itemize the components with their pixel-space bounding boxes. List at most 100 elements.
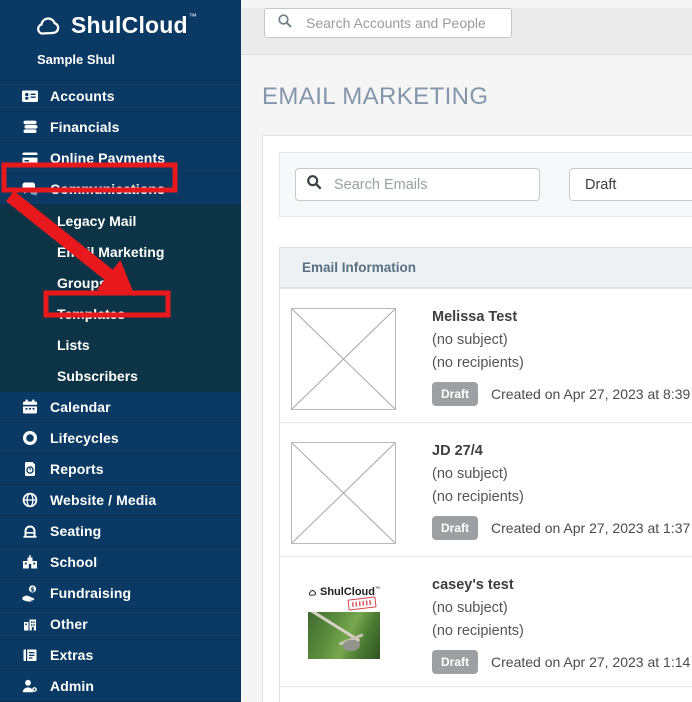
sidebar-item-label: Extras bbox=[50, 647, 94, 663]
proof-stamp-icon bbox=[347, 596, 377, 611]
emails-table: Email Information Melissa Test (no subje… bbox=[279, 247, 692, 702]
email-dates: Created on Apr 27, 2023 at 8:39 PM, Upda bbox=[491, 386, 692, 402]
sidebar-item-label: Calendar bbox=[50, 399, 111, 415]
sidebar-subitem-email-marketing[interactable]: Email Marketing bbox=[0, 236, 241, 267]
bird-graphic bbox=[343, 640, 360, 651]
email-meta: Draft Created on Apr 27, 2023 at 1:37 PM… bbox=[432, 516, 692, 540]
global-search-input[interactable] bbox=[304, 14, 511, 32]
status-badge: Draft bbox=[432, 516, 479, 540]
sidebar: ShulCloud ™ Sample Shul Accounts Financi… bbox=[0, 0, 241, 702]
sidebar-item-label: Website / Media bbox=[50, 492, 157, 508]
email-preview-image: ShulCloud ™ bbox=[308, 586, 380, 659]
ring-icon bbox=[21, 429, 39, 447]
nature-photo bbox=[308, 612, 380, 659]
brand-logo[interactable]: ShulCloud ™ bbox=[0, 0, 241, 43]
email-info: JD 27/4 (no subject) (no recipients) Dra… bbox=[432, 440, 692, 544]
cloud-logo-icon bbox=[308, 590, 316, 596]
school-building-icon bbox=[21, 553, 39, 571]
chat-bubbles-icon bbox=[21, 180, 39, 198]
sidebar-item-label: Reports bbox=[50, 461, 104, 477]
email-meta: Draft Created on Apr 27, 2023 at 1:14 PM… bbox=[432, 650, 692, 674]
email-thumbnail bbox=[291, 440, 396, 544]
email-meta: Draft Created on Apr 27, 2023 at 8:39 PM… bbox=[432, 382, 692, 406]
book-icon bbox=[21, 646, 39, 664]
email-recipients: (no recipients) bbox=[432, 355, 524, 371]
email-thumbnail: ShulCloud ™ bbox=[291, 574, 396, 674]
sidebar-item-website-media[interactable]: Website / Media bbox=[0, 484, 241, 515]
sidebar-item-admin[interactable]: Admin bbox=[0, 670, 241, 701]
global-search[interactable] bbox=[264, 8, 512, 38]
sidebar-item-label: Fundraising bbox=[50, 585, 132, 601]
placeholder-image-icon bbox=[291, 442, 396, 544]
sidebar-item-label: Communications bbox=[50, 181, 165, 197]
email-dates: Created on Apr 27, 2023 at 1:37 PM, Upda bbox=[491, 520, 692, 536]
email-title: JD 27/4 bbox=[432, 443, 483, 459]
credit-card-icon bbox=[21, 149, 39, 167]
app-window: ShulCloud ™ Sample Shul Accounts Financi… bbox=[0, 0, 692, 702]
brand-name: ShulCloud bbox=[71, 12, 188, 38]
trademark-symbol: ™ bbox=[375, 586, 380, 592]
email-row[interactable]: My test email bbox=[280, 686, 692, 702]
buildings-icon bbox=[21, 615, 39, 633]
sidebar-item-label: Seating bbox=[50, 523, 102, 539]
sidebar-subitem-templates[interactable]: Templates bbox=[0, 298, 241, 329]
placeholder-image-icon bbox=[291, 308, 396, 410]
bench-icon bbox=[21, 522, 39, 540]
sidebar-item-fundraising[interactable]: $ Fundraising bbox=[0, 577, 241, 608]
sidebar-item-extras[interactable]: Extras bbox=[0, 639, 241, 670]
email-dates: Created on Apr 27, 2023 at 1:14 PM, Upda bbox=[491, 654, 692, 670]
topbar bbox=[241, 8, 692, 55]
email-title: Melissa Test bbox=[432, 309, 518, 325]
sidebar-item-calendar[interactable]: Calendar bbox=[0, 391, 241, 422]
email-info: casey's test (no subject) (no recipients… bbox=[432, 574, 692, 674]
cloud-logo-icon bbox=[34, 12, 71, 43]
search-icon bbox=[277, 13, 293, 34]
sidebar-item-seating[interactable]: Seating bbox=[0, 515, 241, 546]
sidebar-item-label: Admin bbox=[50, 678, 95, 694]
sidebar-subitem-subscribers[interactable]: Subscribers bbox=[0, 360, 241, 391]
coins-icon bbox=[21, 118, 39, 136]
sidebar-item-label: School bbox=[50, 554, 98, 570]
sidebar-subitem-groups[interactable]: Groups bbox=[0, 267, 241, 298]
email-search-input[interactable] bbox=[332, 175, 539, 194]
sidebar-item-label: Other bbox=[50, 616, 88, 632]
main-area: EMAIL MARKETING Draft Email Information bbox=[241, 0, 692, 702]
sidebar-item-other[interactable]: Other bbox=[0, 608, 241, 639]
page-content: EMAIL MARKETING Draft Email Information bbox=[241, 82, 692, 702]
id-card-icon bbox=[21, 87, 39, 105]
svg-text:$: $ bbox=[30, 585, 35, 593]
sidebar-item-lifecycles[interactable]: Lifecycles bbox=[0, 422, 241, 453]
calendar-icon bbox=[21, 398, 39, 416]
search-icon bbox=[306, 174, 323, 196]
table-header: Email Information bbox=[280, 248, 692, 288]
submenu-label: Subscribers bbox=[57, 367, 138, 384]
status-badge: Draft bbox=[432, 382, 479, 406]
submenu-label: Groups bbox=[57, 274, 107, 291]
email-row[interactable]: ShulCloud ™ casey's test (no subject) (n… bbox=[280, 556, 692, 686]
email-row[interactable]: Melissa Test (no subject) (no recipients… bbox=[280, 288, 692, 422]
communications-submenu: Legacy Mail Email Marketing Groups Templ… bbox=[0, 204, 241, 391]
sidebar-subitem-lists[interactable]: Lists bbox=[0, 329, 241, 360]
sidebar-item-label: Lifecycles bbox=[50, 430, 119, 446]
sidebar-item-reports[interactable]: Reports bbox=[0, 453, 241, 484]
status-filter-value: Draft bbox=[585, 176, 617, 193]
sidebar-item-online-payments[interactable]: Online Payments bbox=[0, 142, 241, 173]
hand-dollar-icon: $ bbox=[21, 584, 39, 602]
status-filter-select[interactable]: Draft bbox=[569, 168, 692, 201]
trademark-symbol: ™ bbox=[188, 12, 197, 21]
email-subject: (no subject) bbox=[432, 466, 508, 482]
email-row[interactable]: JD 27/4 (no subject) (no recipients) Dra… bbox=[280, 422, 692, 556]
sidebar-item-school[interactable]: School bbox=[0, 546, 241, 577]
submenu-label: Email Marketing bbox=[57, 243, 165, 260]
sidebar-item-communications[interactable]: Communications bbox=[0, 173, 241, 204]
sidebar-subitem-legacy-mail[interactable]: Legacy Mail bbox=[0, 205, 241, 236]
sidebar-item-label: Accounts bbox=[50, 88, 115, 104]
sidebar-item-accounts[interactable]: Accounts bbox=[0, 80, 241, 111]
submenu-label: Lists bbox=[57, 336, 90, 353]
org-name: Sample Shul bbox=[37, 52, 116, 67]
submenu-label: Legacy Mail bbox=[57, 212, 137, 229]
email-title: casey's test bbox=[432, 577, 514, 593]
email-search[interactable] bbox=[295, 168, 540, 201]
sidebar-item-financials[interactable]: Financials bbox=[0, 111, 241, 142]
report-document-icon bbox=[21, 460, 39, 478]
